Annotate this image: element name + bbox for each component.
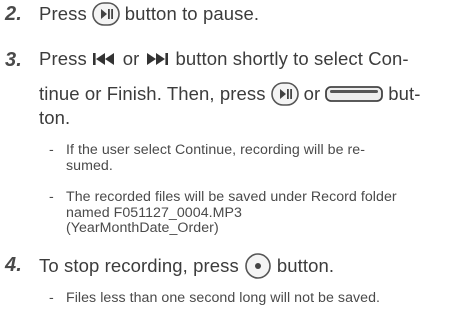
step-number: 4. xyxy=(5,254,22,276)
dash: - xyxy=(49,290,54,306)
step-4-after: button. xyxy=(276,255,335,276)
step-number: 3. xyxy=(5,49,22,71)
step-3-line-1: Press or button shortly to select Con- xyxy=(39,48,409,70)
note-continue-line-2: sumed. xyxy=(66,157,113,174)
step-3-after: button shortly to select Con- xyxy=(175,48,409,69)
note-short-files-text: Files less than one second long will not… xyxy=(66,290,381,306)
dash: - xyxy=(49,142,54,158)
play-pause-icon xyxy=(270,82,299,106)
note-continue: - If the user select Continue, recording… xyxy=(49,142,444,174)
note-saved: - The recorded files will be saved under… xyxy=(49,189,444,237)
step-3-line-2: tinue or Finish. Then, press or but- xyxy=(39,82,421,106)
step-3-but: but- xyxy=(388,83,421,104)
play-pause-icon xyxy=(91,2,120,26)
step-3-or-2: or xyxy=(303,83,321,104)
note-continue-line-1: If the user select Continue, recording w… xyxy=(66,142,366,158)
dash: - xyxy=(49,189,54,205)
skip-back-icon xyxy=(92,53,114,65)
step-3-line-3: ton. xyxy=(39,107,71,128)
step-2-text: Press button to pause. xyxy=(39,2,259,26)
note-saved-line-1: The recorded files will be saved under R… xyxy=(66,189,397,205)
step-3-then-press: tinue or Finish. Then, press xyxy=(39,83,266,104)
note-short-files: - Files less than one second long will n… xyxy=(49,290,444,307)
step-2-press: Press xyxy=(39,3,87,24)
long-bar-button-icon xyxy=(325,86,384,102)
note-saved-line-3: (YearMonthDate_Order) xyxy=(66,220,219,236)
step-4-text: To stop recording, press button. xyxy=(39,253,334,279)
record-stop-icon xyxy=(245,253,271,279)
skip-forward-icon xyxy=(147,53,169,65)
step-3-or-1: or xyxy=(122,48,140,69)
step-4-stop: To stop recording, press xyxy=(39,255,239,276)
step-2-after: button to pause. xyxy=(124,3,260,24)
step-number: 2. xyxy=(5,3,22,25)
step-3-press: Press xyxy=(39,48,87,69)
note-saved-line-2: named F051127_0004.MP3 xyxy=(66,204,242,221)
